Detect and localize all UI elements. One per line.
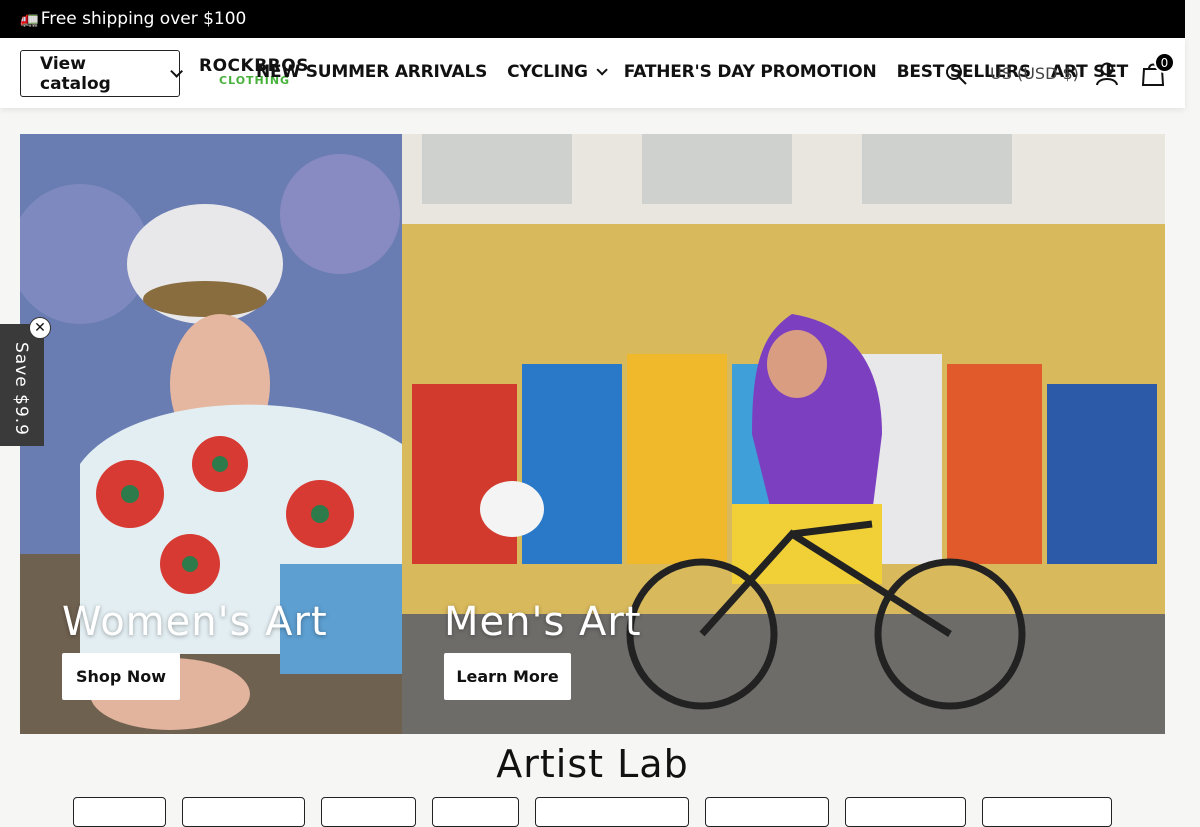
currency-selector[interactable]: US (USD $) [990, 64, 1079, 83]
site-header: View catalog ROCKBROS CLOTHING NEW SUMME… [0, 38, 1185, 108]
close-icon[interactable]: ✕ [29, 317, 51, 339]
account-icon[interactable] [1096, 62, 1118, 86]
nav-label: FATHER'S DAY PROMOTION [623, 62, 877, 82]
artist-chip[interactable] [845, 797, 966, 827]
learn-more-button[interactable]: Learn More [444, 653, 571, 700]
mens-art-title: Men's Art [444, 599, 642, 645]
artist-chip[interactable] [982, 797, 1112, 827]
artist-chip[interactable] [321, 797, 416, 827]
save-promo-tab[interactable]: Save $9.9 [0, 324, 44, 446]
announcement-text: Free shipping over $100 [40, 9, 247, 29]
womens-art-title: Women's Art [62, 599, 328, 645]
mens-art-banner[interactable]: Men's Art Learn More [402, 134, 1165, 734]
search-icon[interactable] [944, 62, 968, 86]
nav-fathers-day-promotion[interactable]: FATHER'S DAY PROMOTION [624, 62, 877, 82]
view-catalog-button[interactable]: View catalog [20, 50, 183, 97]
truck-icon: 🚛 [20, 10, 39, 28]
nav-label: CYCLING [507, 62, 588, 82]
artist-chip[interactable] [182, 797, 305, 827]
save-promo-text: Save $9.9 [11, 342, 31, 436]
view-catalog-label: View catalog [40, 53, 111, 94]
artist-chip[interactable] [73, 797, 166, 827]
chevron-down-icon [596, 64, 608, 76]
section-title: Artist Lab [496, 742, 689, 786]
shop-now-button[interactable]: Shop Now [62, 653, 180, 700]
artist-chip[interactable] [705, 797, 829, 827]
nav-new-summer-arrivals[interactable]: NEW SUMMER ARRIVALS [256, 62, 487, 82]
artist-chip[interactable] [432, 797, 519, 827]
chevron-down-icon [170, 65, 183, 78]
nav-cycling[interactable]: CYCLING [507, 62, 608, 82]
womens-art-banner[interactable]: Women's Art Shop Now [20, 134, 402, 734]
nav-label: NEW SUMMER ARRIVALS [256, 62, 488, 82]
announcement-bar: 🚛 Free shipping over $100 [0, 0, 1185, 38]
cart-count-badge: 0 [1154, 52, 1175, 73]
artist-chip[interactable] [535, 797, 689, 827]
